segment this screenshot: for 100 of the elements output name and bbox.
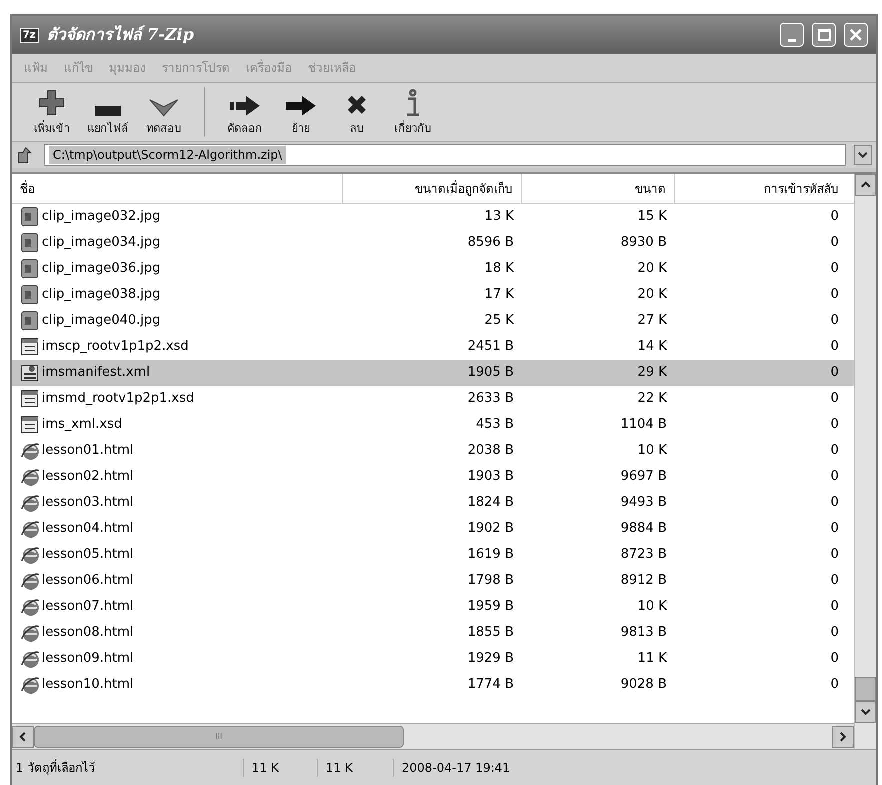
file-name: clip_image040.jpg	[42, 312, 161, 330]
file-row[interactable]: ims_xml.xsd 453 B 1104 B 0	[12, 412, 854, 438]
file-size: 9697 B	[620, 468, 667, 486]
encrypted-value: 0	[830, 286, 839, 304]
file-row[interactable]: lesson04.html 1902 B 9884 B 0	[12, 516, 854, 542]
file-size: 20 K	[638, 286, 667, 304]
document-icon	[20, 389, 40, 409]
file-row[interactable]: lesson09.html 1929 B 11 K 0	[12, 646, 854, 672]
file-row[interactable]: imsmd_rootv1p2p1.xsd 2633 B 22 K 0	[12, 386, 854, 412]
file-row[interactable]: lesson10.html 1774 B 9028 B 0	[12, 672, 854, 698]
encrypted-value: 0	[830, 416, 839, 434]
file-name: ims_xml.xsd	[42, 416, 122, 434]
file-size: 1104 B	[620, 416, 667, 434]
file-row[interactable]: lesson07.html 1959 B 10 K 0	[12, 594, 854, 620]
browser-icon	[20, 597, 40, 617]
maximize-icon	[818, 29, 830, 41]
vertical-scrollbar[interactable]	[854, 174, 876, 749]
toolbar-button[interactable]: คัดลอก	[217, 83, 273, 137]
packed-size: 1619 B	[468, 546, 514, 564]
file-row[interactable]: clip_image038.jpg 17 K 20 K 0	[12, 282, 854, 308]
encrypted-value: 0	[830, 520, 839, 538]
packed-size: 1902 B	[468, 520, 514, 538]
file-row[interactable]: lesson05.html 1619 B 8723 B 0	[12, 542, 854, 568]
encrypted-value: 0	[830, 364, 839, 382]
file-row[interactable]: clip_image032.jpg 13 K 15 K 0	[12, 204, 854, 230]
file-row[interactable]: clip_image034.jpg 8596 B 8930 B 0	[12, 230, 854, 256]
file-name: lesson09.html	[42, 650, 134, 668]
encrypted-value: 0	[830, 208, 839, 226]
column-header[interactable]: ขนาดเมื่อถูกจัดเก็บ	[343, 174, 522, 203]
file-name: lesson07.html	[42, 598, 134, 616]
address-field[interactable]: C:\tmp\output\Scorm12-Algorithm.zip\	[44, 144, 846, 166]
address-text: C:\tmp\output\Scorm12-Algorithm.zip\	[49, 146, 286, 164]
file-name: clip_image038.jpg	[42, 286, 161, 304]
toolbar-button[interactable]: เกี่ยวกับ	[385, 83, 441, 137]
window-title: ตัวจัดการไฟล์ 7-Zip	[46, 24, 194, 46]
maximize-button[interactable]	[812, 23, 836, 47]
image-file-icon	[20, 311, 40, 331]
encrypted-value: 0	[830, 338, 839, 356]
file-name: lesson06.html	[42, 572, 134, 590]
packed-size: 8596 B	[468, 234, 514, 252]
file-name: imsmanifest.xml	[42, 364, 150, 382]
close-button[interactable]	[844, 23, 868, 47]
status-size: 11 K	[318, 758, 394, 776]
info-icon	[404, 88, 422, 116]
file-size: 20 K	[638, 260, 667, 278]
file-row[interactable]: lesson03.html 1824 B 9493 B 0	[12, 490, 854, 516]
browser-icon	[20, 441, 40, 461]
toolbar-button[interactable]: ลบ	[329, 83, 385, 137]
close-icon	[849, 28, 863, 42]
packed-size: 453 B	[476, 416, 514, 434]
scroll-left-button[interactable]	[12, 726, 34, 748]
file-row[interactable]: imsmanifest.xml 1905 B 29 K 0	[12, 360, 854, 386]
file-size: 22 K	[638, 390, 667, 408]
encrypted-value: 0	[830, 572, 839, 590]
column-header[interactable]: ขนาด	[522, 174, 675, 203]
encrypted-value: 0	[830, 598, 839, 616]
packed-size: 13 K	[484, 208, 514, 226]
file-row[interactable]: lesson02.html 1903 B 9697 B 0	[12, 464, 854, 490]
document-icon	[20, 415, 40, 435]
toolbar-button[interactable]: ทดสอบ	[136, 83, 192, 137]
chevron-left-icon	[19, 732, 27, 742]
image-file-icon	[20, 207, 40, 227]
image-file-icon	[20, 233, 40, 253]
toolbar-button[interactable]: ย้าย	[273, 83, 329, 137]
packed-size: 1903 B	[468, 468, 514, 486]
encrypted-value: 0	[830, 260, 839, 278]
file-row[interactable]: clip_image036.jpg 18 K 20 K 0	[12, 256, 854, 282]
file-row[interactable]: imscp_rootv1p1p2.xsd 2451 B 14 K 0	[12, 334, 854, 360]
file-row[interactable]: lesson08.html 1855 B 9813 B 0	[12, 620, 854, 646]
chevron-down-icon	[860, 708, 870, 716]
file-size: 11 K	[638, 650, 667, 668]
encrypted-value: 0	[830, 494, 839, 512]
file-size: 10 K	[638, 598, 667, 616]
scroll-thumb[interactable]	[855, 677, 876, 701]
browser-icon	[20, 571, 40, 591]
file-name: clip_image034.jpg	[42, 234, 161, 252]
file-row[interactable]: lesson06.html 1798 B 8912 B 0	[12, 568, 854, 594]
minus-icon	[94, 104, 122, 116]
file-row[interactable]: lesson01.html 2038 B 10 K 0	[12, 438, 854, 464]
packed-size: 2633 B	[468, 390, 514, 408]
chevron-right-icon	[839, 732, 847, 742]
packed-size: 17 K	[484, 286, 514, 304]
toolbar-button[interactable]: เพิ่มเข้า	[24, 83, 80, 137]
packed-size: 25 K	[484, 312, 514, 330]
minimize-button[interactable]	[780, 23, 804, 47]
column-header[interactable]: ชื่อ	[12, 174, 343, 203]
encrypted-value: 0	[830, 390, 839, 408]
scroll-up-button[interactable]	[855, 174, 876, 196]
scroll-down-button[interactable]	[855, 701, 876, 723]
browser-icon	[20, 545, 40, 565]
file-name: lesson01.html	[42, 442, 134, 460]
dropdown-button[interactable]	[854, 145, 872, 165]
file-size: 10 K	[638, 442, 667, 460]
file-size: 9028 B	[620, 676, 667, 694]
column-header[interactable]: การเข้ารหัสลับ	[675, 174, 847, 203]
scroll-right-button[interactable]	[832, 726, 854, 748]
packed-size: 1798 B	[468, 572, 514, 590]
toolbar-button[interactable]: แยกไฟล์	[80, 83, 136, 137]
file-row[interactable]: clip_image040.jpg 25 K 27 K 0	[12, 308, 854, 334]
file-size: 9493 B	[620, 494, 667, 512]
